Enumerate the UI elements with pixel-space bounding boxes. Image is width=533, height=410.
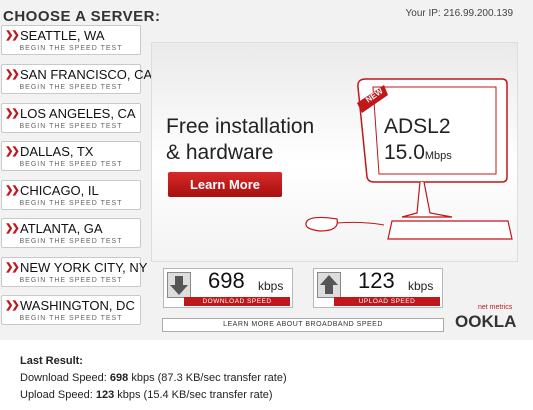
server-subtitle: BEGIN THE SPEED TEST (19, 315, 123, 322)
download-result-rate: kbps (87.3 KB/sec transfer rate) (131, 372, 287, 384)
upload-label: UPLOAD SPEED (334, 297, 440, 306)
download-value: 698 (208, 268, 245, 293)
download-result-line: Download Speed: 698 kbps (87.3 KB/sec tr… (20, 372, 287, 384)
server-atlanta[interactable]: ❯❯ ATLANTA, GA BEGIN THE SPEED TEST (1, 218, 141, 248)
double-chevron-icon: ❯❯ (5, 30, 20, 41)
upload-meter: 123 kbps UPLOAD SPEED (313, 268, 443, 308)
server-seattle[interactable]: ❯❯ SEATTLE, WA BEGIN THE SPEED TEST (1, 25, 141, 55)
ad-speed: 15.0Mbps (384, 141, 452, 165)
upload-result-label: Upload Speed: (20, 389, 93, 401)
server-label: SEATTLE, WA (20, 28, 105, 43)
server-washington[interactable]: ❯❯ WASHINGTON, DC BEGIN THE SPEED TEST (1, 295, 141, 325)
speedtest-panel: CHOOSE A SERVER: ❯❯ SEATTLE, WA BEGIN TH… (0, 0, 533, 340)
ad-headline-line1: Free installation (166, 115, 315, 138)
learn-more-button[interactable]: Learn More (168, 172, 282, 197)
upload-result-value: 123 (95, 389, 115, 401)
upload-value: 123 (358, 268, 395, 293)
ad-speed-value: 15.0 (384, 141, 425, 164)
server-subtitle: BEGIN THE SPEED TEST (19, 238, 123, 245)
server-subtitle: BEGIN THE SPEED TEST (19, 277, 123, 284)
server-label: DALLAS, TX (20, 144, 94, 159)
server-subtitle: BEGIN THE SPEED TEST (19, 200, 123, 207)
sidebar-title: CHOOSE A SERVER: (3, 8, 161, 25)
server-san-francisco[interactable]: ❯❯ SAN FRANCISCO, CA BEGIN THE SPEED TES… (1, 64, 152, 94)
server-subtitle: BEGIN THE SPEED TEST (19, 161, 123, 168)
ookla-logo: OOKLA (455, 312, 517, 331)
ad-headline-line2: & hardware (166, 141, 274, 164)
download-unit: kbps (258, 279, 284, 293)
server-subtitle: BEGIN THE SPEED TEST (19, 45, 123, 52)
server-new-york[interactable]: ❯❯ NEW YORK CITY, NY BEGIN THE SPEED TES… (1, 257, 147, 287)
double-chevron-icon: ❯❯ (5, 300, 20, 311)
server-label: WASHINGTON, DC (20, 298, 135, 313)
double-chevron-icon: ❯❯ (5, 69, 20, 80)
server-label: ATLANTA, GA (20, 221, 103, 236)
download-label: DOWNLOAD SPEED (184, 297, 290, 306)
server-dallas[interactable]: ❯❯ DALLAS, TX BEGIN THE SPEED TEST (1, 141, 141, 171)
download-meter: 698 kbps DOWNLOAD SPEED (163, 268, 293, 308)
download-result-value: 698 (109, 372, 129, 384)
server-chicago[interactable]: ❯❯ CHICAGO, IL BEGIN THE SPEED TEST (1, 180, 141, 210)
download-result-label: Download Speed: (20, 372, 107, 384)
server-los-angeles[interactable]: ❯❯ LOS ANGELES, CA BEGIN THE SPEED TEST (1, 103, 141, 133)
double-chevron-icon: ❯❯ (5, 223, 20, 234)
server-subtitle: BEGIN THE SPEED TEST (19, 84, 123, 91)
server-label: LOS ANGELES, CA (20, 106, 136, 121)
ad-banner[interactable]: NEW Free installation & hardware Learn M… (151, 42, 518, 262)
upload-result-rate: kbps (15.4 KB/sec transfer rate) (117, 389, 273, 401)
last-result-title: Last Result: (20, 355, 83, 367)
upload-unit: kbps (408, 279, 434, 293)
server-label: SAN FRANCISCO, CA (20, 67, 153, 82)
server-label: NEW YORK CITY, NY (20, 260, 148, 275)
server-label: CHICAGO, IL (20, 183, 99, 198)
brand-tagline: net metrics (478, 304, 513, 311)
double-chevron-icon: ❯❯ (5, 185, 20, 196)
server-subtitle: BEGIN THE SPEED TEST (19, 123, 123, 130)
upload-result-line: Upload Speed: 123 kbps (15.4 KB/sec tran… (20, 389, 273, 401)
double-chevron-icon: ❯❯ (5, 146, 20, 157)
ad-speed-unit: Mbps (424, 150, 452, 162)
broadband-learn-link[interactable]: LEARN MORE ABOUT BROADBAND SPEED (162, 318, 444, 332)
double-chevron-icon: ❯❯ (5, 262, 20, 273)
ip-address: Your IP: 216.99.200.139 (405, 8, 514, 19)
double-chevron-icon: ❯❯ (5, 108, 20, 119)
download-arrow-icon (167, 272, 191, 298)
upload-arrow-icon (317, 272, 341, 298)
ad-product: ADSL2 (384, 115, 451, 138)
